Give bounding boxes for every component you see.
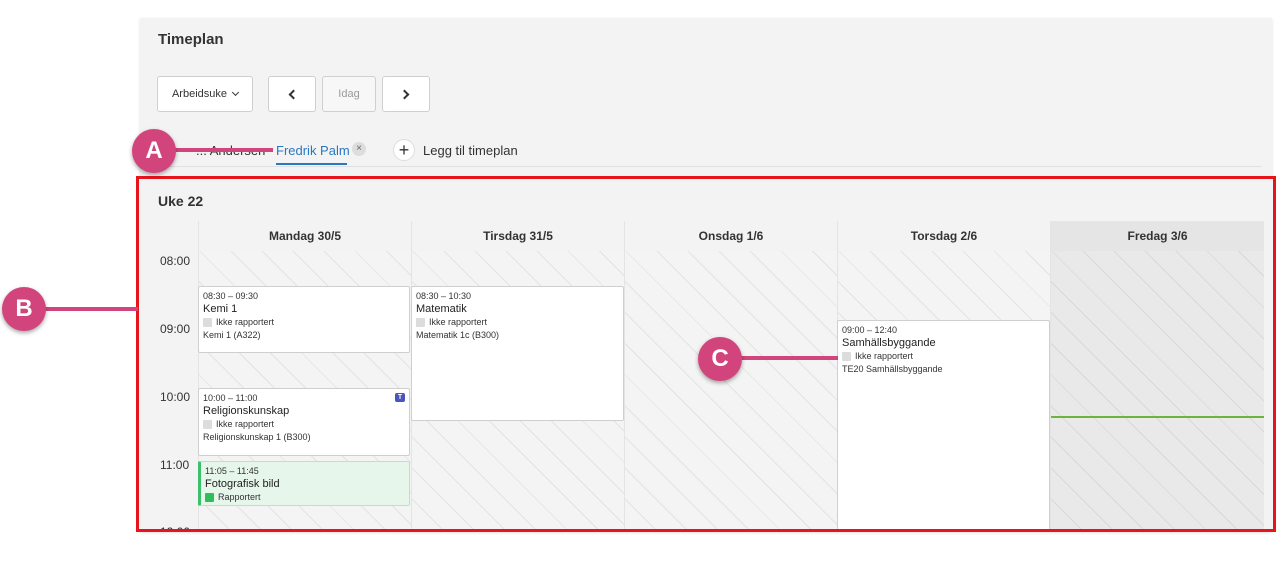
event-time: 08:30 – 09:30: [203, 291, 259, 301]
event-time: 08:30 – 10:30: [416, 291, 472, 301]
event-status-label: Ikke rapportert: [429, 317, 488, 327]
event-time: 11:05 – 11:45: [205, 466, 259, 476]
status-checkbox-icon: [203, 420, 212, 429]
event-kemi[interactable]: 08:30 – 09:30 Kemi 1 Ikke rapportert Kem…: [198, 286, 410, 353]
event-title: Kemi 1: [203, 303, 238, 315]
timeplan-page: Timeplan Arbeidsuke Idag ... Andersen Fr…: [0, 0, 1288, 566]
active-tab-indicator: [276, 163, 347, 165]
callout-b-badge: B: [2, 287, 46, 331]
view-select[interactable]: Arbeidsuke: [157, 76, 253, 112]
add-schedule-label: Legg til timeplan: [423, 142, 518, 158]
close-icon[interactable]: ×: [352, 142, 366, 156]
status-checkbox-icon: [842, 352, 851, 361]
event-matematik[interactable]: 08:30 – 10:30 Matematik Ikke rapportert …: [411, 286, 624, 421]
event-room: Religionskunskap 1 (B300): [203, 432, 311, 442]
current-time-line: [1051, 416, 1264, 418]
chevron-right-icon: [399, 89, 410, 99]
day-header-tuesday: Tirsdag 31/5: [411, 221, 624, 251]
tabs-divider: [158, 166, 1262, 167]
event-fotografisk-bild[interactable]: 11:05 – 11:45 Fotografisk bild Rapporter…: [198, 461, 410, 506]
tab-fredrik-palm[interactable]: Fredrik Palm: [276, 143, 350, 158]
page-title: Timeplan: [158, 31, 224, 48]
event-status: Ikke rapportert: [416, 316, 619, 329]
event-title: Religionskunskap: [203, 405, 290, 417]
next-week-button[interactable]: [382, 76, 430, 112]
event-samhallsbyggande[interactable]: 09:00 – 12:40 Samhällsbyggande Ikke rapp…: [837, 320, 1050, 531]
teams-icon[interactable]: T: [395, 393, 405, 402]
event-religionskunskap[interactable]: T 10:00 – 11:00 Religionskunskap Ikke ra…: [198, 388, 410, 456]
previous-week-button[interactable]: [268, 76, 316, 112]
day-column-friday[interactable]: [1050, 251, 1264, 531]
status-checkbox-icon: [416, 318, 425, 327]
week-label: Uke 22: [158, 193, 204, 209]
event-status-label: Ikke rapportert: [855, 351, 914, 361]
day-header-wednesday: Onsdag 1/6: [624, 221, 837, 251]
callout-a-badge: A: [132, 129, 176, 173]
event-time: 09:00 – 12:40: [842, 325, 898, 335]
chevron-down-icon: [231, 88, 240, 97]
event-status-label: Rapportert: [218, 492, 261, 502]
plus-icon: +: [393, 139, 415, 161]
event-room: Matematik 1c (B300): [416, 330, 500, 340]
time-label-1200: 12:00: [160, 525, 190, 531]
event-status: Rapportert: [205, 491, 405, 504]
event-status: Ikke rapportert: [842, 350, 1045, 363]
event-title: Matematik: [416, 303, 467, 315]
callout-b-line: [30, 307, 138, 311]
today-button[interactable]: Idag: [322, 76, 376, 112]
event-status-label: Ikke rapportert: [216, 419, 275, 429]
event-time: 10:00 – 11:00: [203, 393, 258, 403]
time-label-0800: 08:00: [160, 254, 191, 268]
event-status-label: Ikke rapportert: [216, 317, 275, 327]
time-label-0900: 09:00: [160, 322, 191, 336]
time-label-1100: 11:00: [160, 458, 190, 472]
event-status: Ikke rapportert: [203, 316, 405, 329]
day-header-monday: Mandag 30/5: [198, 221, 411, 251]
callout-c-badge: C: [698, 337, 742, 381]
event-room: TE20 Samhällsbyggande: [842, 364, 943, 374]
day-header-thursday: Torsdag 2/6: [837, 221, 1050, 251]
event-title: Fotografisk bild: [205, 478, 280, 490]
time-label-1000: 10:00: [160, 390, 191, 404]
event-title: Samhällsbyggande: [842, 337, 936, 349]
callout-a-line: [160, 148, 273, 152]
status-checkbox-icon: [203, 318, 212, 327]
chevron-left-icon: [288, 89, 299, 99]
callout-c-line: [730, 356, 838, 360]
view-select-label: Arbeidsuke: [171, 88, 228, 100]
event-room: Kemi 1 (A322): [203, 330, 261, 340]
day-column-wednesday[interactable]: [624, 251, 837, 531]
day-header-friday: Fredag 3/6: [1050, 221, 1264, 251]
event-status: Ikke rapportert: [203, 418, 405, 431]
add-schedule-button[interactable]: + Legg til timeplan: [393, 139, 518, 161]
status-reported-icon: [205, 493, 214, 502]
